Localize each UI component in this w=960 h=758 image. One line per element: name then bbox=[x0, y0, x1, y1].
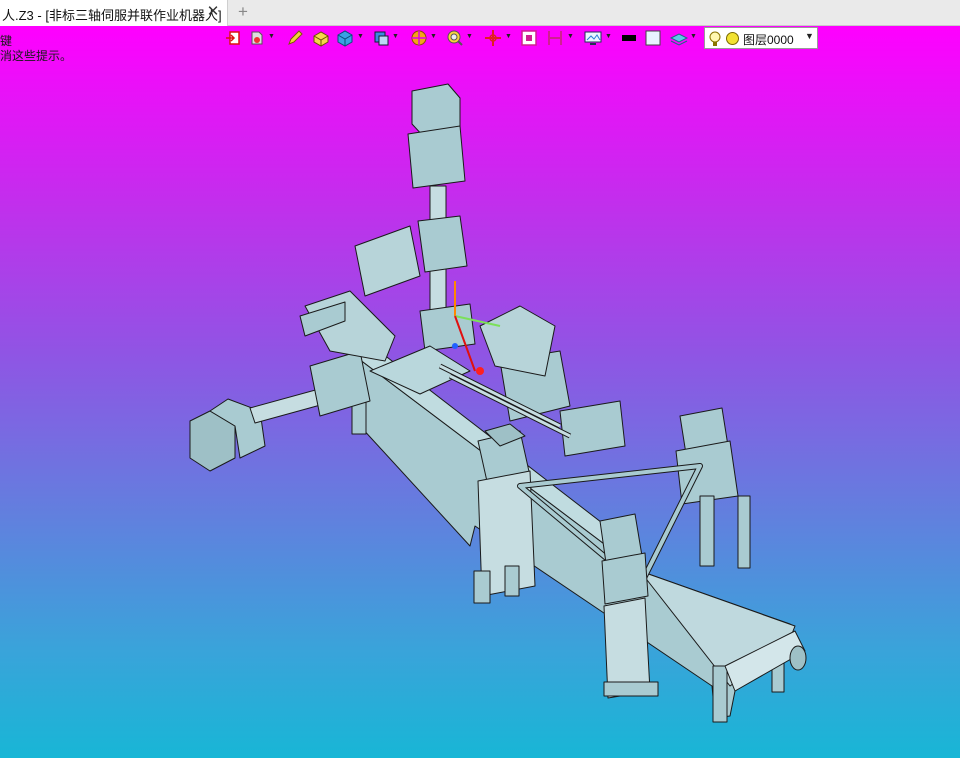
close-icon[interactable]: ✕ bbox=[205, 3, 221, 21]
document-tab[interactable]: 人.Z3 - [非标三轴伺服并联作业机器人] ✕ bbox=[0, 0, 228, 26]
3d-viewport[interactable]: 键 消这些提示。 ▼ ▼ ▼ ▼ ▼ ▼ ▼ ▼ ▼ 图层0000 ▼ bbox=[0, 26, 960, 758]
tab-bar: 人.Z3 - [非标三轴伺服并联作业机器人] ✕ + bbox=[0, 0, 960, 26]
tab-title: 人.Z3 - [非标三轴伺服并联作业机器人] bbox=[2, 8, 222, 23]
plus-icon[interactable]: + bbox=[234, 2, 252, 22]
robot-3d-model[interactable] bbox=[0, 26, 960, 758]
